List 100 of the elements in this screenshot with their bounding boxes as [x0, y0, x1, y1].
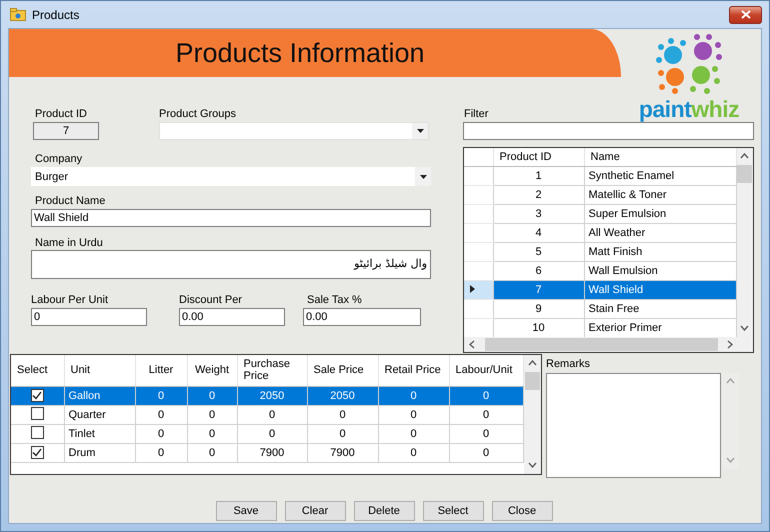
table-cell[interactable]: 0 — [237, 424, 307, 443]
select-checkbox[interactable] — [30, 388, 44, 402]
table-cell[interactable]: 0 — [135, 405, 187, 424]
action-button[interactable]: Close — [492, 501, 552, 521]
table-cell[interactable]: 0 — [135, 443, 187, 462]
table-cell[interactable]: 0 — [378, 443, 449, 462]
field-label: Product ID — [34, 108, 87, 121]
table-cell[interactable]: 0 — [135, 386, 187, 405]
number-field[interactable]: 0 — [31, 308, 147, 326]
table-cell[interactable]: 0 — [449, 405, 523, 424]
column-header[interactable]: Sale Price — [307, 355, 378, 386]
table-cell[interactable]: Stain Free — [584, 299, 736, 318]
number-field[interactable]: 0.00 — [303, 308, 421, 326]
filter-field[interactable] — [463, 122, 754, 140]
table-cell[interactable]: 2050 — [237, 386, 307, 405]
product-id-field[interactable]: 7 — [33, 122, 99, 140]
table-cell[interactable]: 0 — [378, 386, 449, 405]
table-cell[interactable]: Gallon — [64, 386, 135, 405]
column-header[interactable]: Retail Price — [378, 355, 449, 386]
scroll-down-icon[interactable] — [528, 461, 537, 470]
table-cell[interactable]: 0 — [187, 424, 237, 443]
column-header[interactable]: Name — [584, 148, 736, 166]
vertical-scrollbar[interactable] — [736, 148, 753, 337]
field-label: Name in Urdu — [34, 237, 103, 250]
column-header[interactable]: Labour/Unit — [449, 355, 523, 386]
scroll-right-icon[interactable] — [726, 340, 735, 349]
action-button[interactable]: Select — [422, 501, 484, 521]
table-cell[interactable]: 7900 — [237, 443, 307, 462]
action-button[interactable]: Clear — [284, 501, 346, 521]
folder-icon — [10, 8, 26, 21]
urdu-name-field[interactable]: وال شیلڈ برائیٹو — [31, 250, 431, 279]
column-header[interactable]: Select — [11, 355, 64, 386]
table-cell[interactable]: 10 — [493, 318, 584, 337]
action-button[interactable]: Delete — [354, 501, 414, 521]
table-cell[interactable]: Quarter — [64, 405, 135, 424]
table-cell[interactable]: 6 — [493, 261, 584, 280]
table-cell[interactable]: 0 — [187, 386, 237, 405]
table-cell[interactable]: Exterior Primer — [584, 318, 736, 337]
select-checkbox[interactable] — [30, 446, 44, 458]
table-cell[interactable]: 3 — [493, 204, 584, 223]
scroll-left-icon[interactable] — [468, 340, 477, 349]
table-cell[interactable]: Matt Finish — [584, 242, 736, 261]
scroll-thumb[interactable] — [485, 338, 718, 351]
select-checkbox[interactable] — [30, 406, 44, 420]
table-cell[interactable]: All Weather — [584, 223, 736, 242]
table-cell[interactable]: Synthetic Enamel — [584, 166, 736, 185]
table-cell[interactable]: 0 — [135, 424, 187, 443]
row-pointer-icon — [470, 284, 475, 292]
table-cell[interactable]: Drum — [64, 443, 135, 462]
scroll-down-icon[interactable] — [740, 324, 750, 333]
column-header[interactable]: Unit — [64, 355, 135, 386]
table-cell[interactable]: 0 — [449, 424, 523, 443]
table-cell[interactable]: 9 — [493, 299, 584, 318]
table-cell[interactable]: 2050 — [307, 386, 378, 405]
field-label: Sale Tax % — [306, 294, 362, 307]
number-field[interactable]: 0.00 — [179, 308, 285, 326]
table-cell[interactable]: 2 — [493, 185, 584, 204]
scroll-thumb[interactable] — [737, 165, 752, 183]
table-cell[interactable]: 4 — [493, 223, 584, 242]
field-label: Product Groups — [159, 108, 236, 121]
company-dropdown[interactable]: Burger — [31, 167, 431, 186]
table-cell[interactable]: Super Emulsion — [584, 204, 736, 223]
table-cell[interactable]: 0 — [307, 424, 378, 443]
table-cell[interactable]: 0 — [307, 405, 378, 424]
row-header[interactable] — [464, 280, 493, 299]
close-icon — [740, 10, 750, 19]
product-name-field[interactable]: Wall Shield — [31, 209, 431, 227]
scroll-thumb[interactable] — [525, 372, 540, 390]
remarks-field[interactable] — [546, 373, 721, 478]
column-header[interactable]: Purchase Price — [237, 355, 307, 386]
field-label: Labour Per Unit — [31, 294, 108, 307]
table-cell[interactable]: Matellic & Toner — [584, 185, 736, 204]
scroll-up-icon[interactable] — [528, 359, 537, 368]
column-header[interactable]: Litter — [135, 355, 187, 386]
table-cell[interactable]: 0 — [449, 443, 523, 462]
table-cell[interactable]: Wall Shield — [584, 280, 736, 299]
table-cell[interactable]: 1 — [493, 166, 584, 185]
table-cell[interactable]: Tinlet — [64, 424, 135, 443]
scroll-up-icon[interactable] — [740, 152, 750, 161]
table-cell[interactable]: 7900 — [307, 443, 378, 462]
table-cell[interactable]: Wall Emulsion — [584, 261, 736, 280]
product-groups-dropdown[interactable] — [159, 122, 429, 140]
logo-wordmark: paintwhiz — [638, 95, 740, 123]
field-label: Discount Per — [179, 294, 242, 307]
vertical-scrollbar[interactable] — [524, 355, 541, 474]
action-button[interactable]: Save — [216, 501, 276, 521]
select-checkbox[interactable] — [30, 426, 44, 438]
table-cell[interactable]: 0 — [378, 405, 449, 424]
column-header[interactable]: Weight — [187, 355, 237, 386]
field-label: Company — [34, 153, 82, 166]
table-cell[interactable]: 0 — [378, 424, 449, 443]
table-cell[interactable]: 0 — [187, 443, 237, 462]
table-cell[interactable]: 7 — [493, 280, 584, 299]
table-cell[interactable]: 0 — [449, 386, 523, 405]
table-cell[interactable]: 0 — [187, 405, 237, 424]
table-cell[interactable]: 5 — [493, 242, 584, 261]
column-header[interactable]: Product ID — [493, 148, 584, 166]
close-button[interactable] — [729, 6, 762, 24]
horizontal-scrollbar[interactable] — [464, 337, 753, 352]
table-cell[interactable]: 0 — [237, 405, 307, 424]
